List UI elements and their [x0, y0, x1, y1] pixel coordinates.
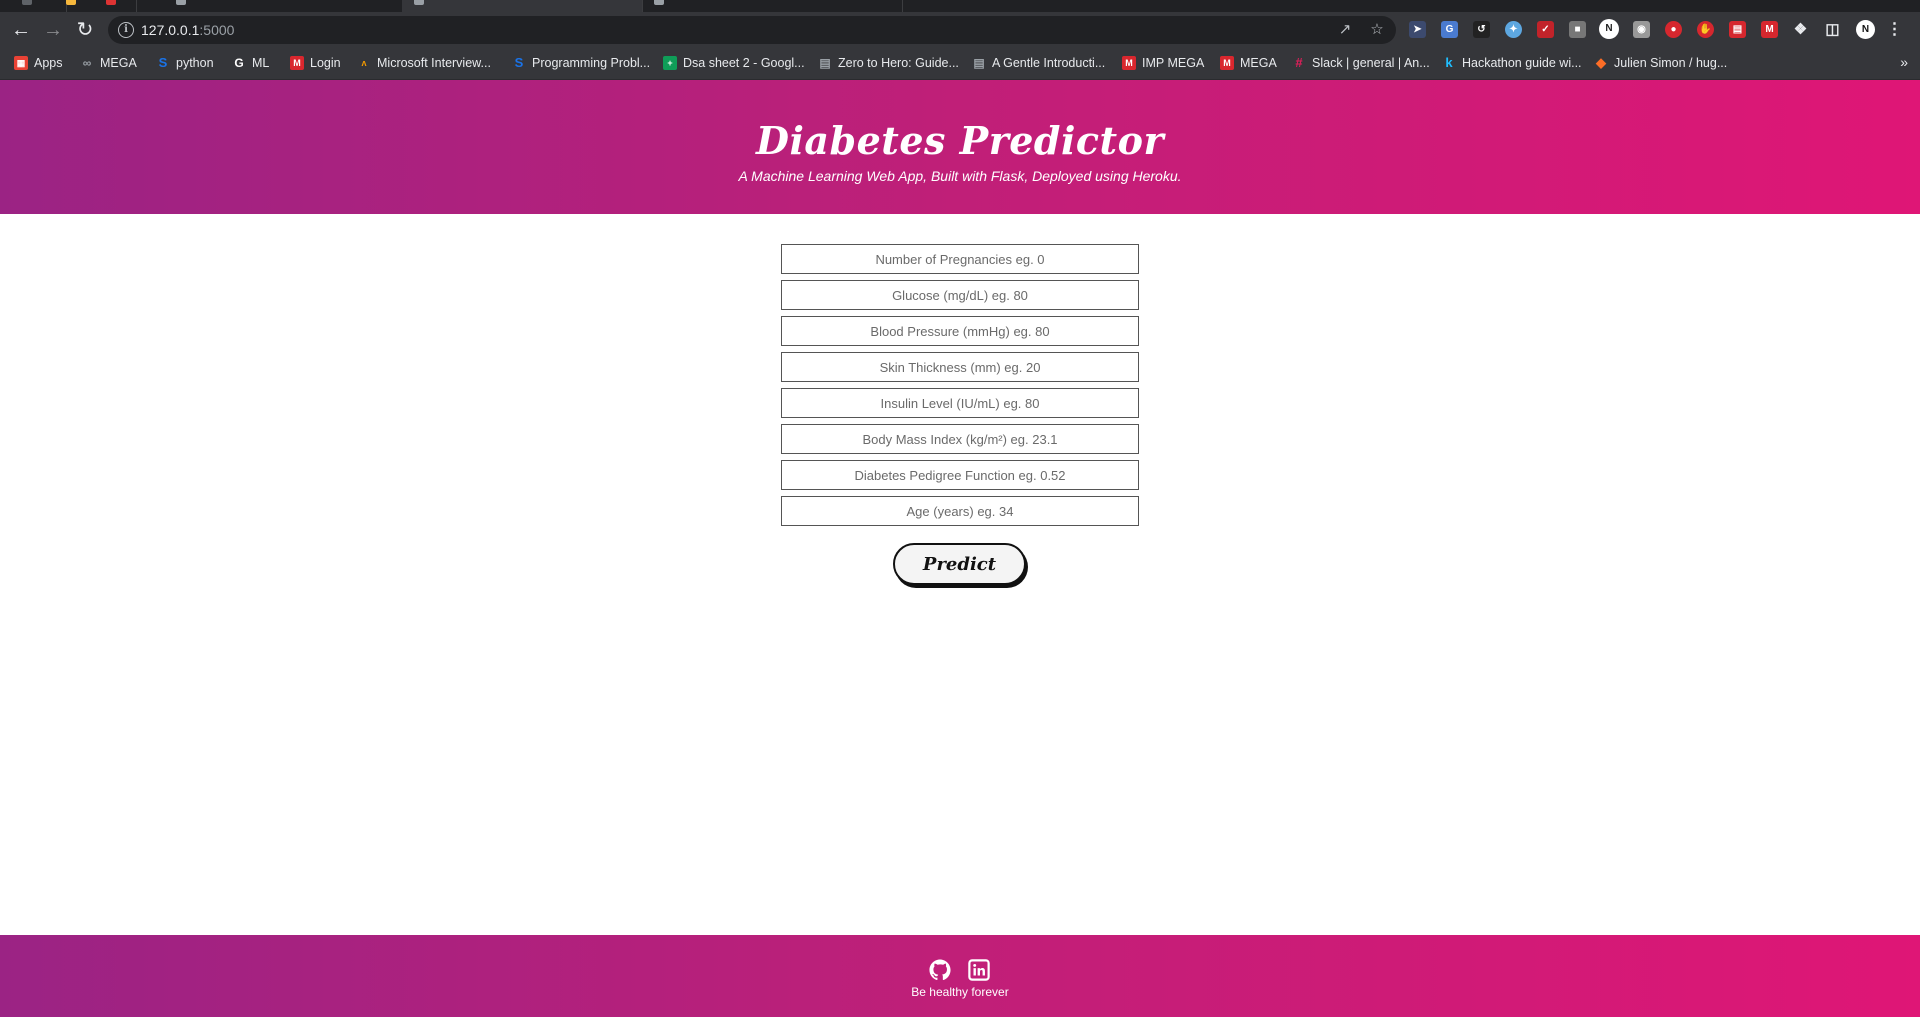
extension-record-icon[interactable]: ● [1665, 21, 1682, 38]
back-arrow-icon[interactable]: ← [8, 17, 34, 43]
bookmark-label: MEGA [100, 56, 137, 70]
puzzle-icon[interactable]: ❖ [1792, 21, 1809, 38]
bookmark-item[interactable]: ▦ Apps [14, 53, 63, 73]
bookmark-item[interactable]: ʌ Microsoft Interview... [357, 53, 491, 73]
page-footer: Be healthy forever [0, 935, 1920, 1017]
bookmark-item[interactable]: ▤ A Gentle Introducti... [972, 53, 1105, 73]
browser-tab[interactable] [66, 0, 137, 12]
browser-tab[interactable] [136, 0, 403, 12]
browser-tab[interactable] [0, 0, 67, 12]
menu-kebab-icon[interactable]: ⋮ [1886, 21, 1903, 38]
age-input[interactable] [781, 496, 1139, 526]
bookmark-item[interactable]: k Hackathon guide wi... [1442, 53, 1582, 73]
extension-notion-icon[interactable]: N [1599, 19, 1619, 39]
bookmark-label: Julien Simon / hug... [1614, 56, 1728, 70]
bookmark-item[interactable]: M IMP MEGA [1122, 53, 1204, 73]
extension-block-icon[interactable]: ✋ [1697, 21, 1714, 38]
predict-button[interactable]: Predict [893, 543, 1026, 585]
mega-m-icon: M [1220, 56, 1234, 70]
bookmark-item[interactable]: Spython [156, 53, 214, 73]
sheets-icon: + [663, 56, 677, 70]
bookmark-item[interactable]: M Login [290, 53, 341, 73]
extension-translate-icon[interactable]: G [1441, 21, 1458, 38]
bookmark-label: python [176, 56, 214, 70]
bookmark-label: A Gentle Introducti... [992, 56, 1106, 70]
extension-grey-icon[interactable]: ■ [1569, 21, 1586, 38]
bookmark-item[interactable]: + Dsa sheet 2 - Googl... [663, 53, 805, 73]
mega-m-icon: M [1122, 56, 1136, 70]
s-logo-icon: S [158, 55, 168, 70]
gitlab-icon: ◆ [1596, 55, 1606, 70]
page-title: Diabetes Predictor [756, 118, 1164, 163]
url-host: 127.0.0.1 [141, 22, 200, 38]
browser-tab-active[interactable] [402, 0, 643, 12]
bmi-input[interactable] [781, 424, 1139, 454]
extension-cursor-icon[interactable]: ➤ [1409, 21, 1426, 38]
bookmark-label: IMP MEGA [1142, 56, 1205, 70]
bookmark-star-icon[interactable]: ☆ [1368, 21, 1386, 39]
bookmark-label: Slack | general | An... [1312, 56, 1430, 70]
bookmark-label: MEGA [1240, 56, 1277, 70]
reload-icon[interactable]: ↻ [72, 17, 98, 43]
bookmark-label: ML [252, 56, 270, 70]
browser-toolbar: ← → ↻ i 127.0.0.1:5000 ↗ ☆ ➤ G ↺ ✦ ✓ ■ N… [0, 12, 1920, 48]
bookmark-item[interactable]: M MEGA [1220, 53, 1277, 73]
extension-camera-icon[interactable]: ◉ [1633, 21, 1650, 38]
page-icon: ▤ [973, 56, 985, 70]
bookmark-label: Apps [34, 56, 63, 70]
tab-strip [0, 0, 1920, 12]
bookmark-label: Hackathon guide wi... [1462, 56, 1582, 70]
page-header: Diabetes Predictor A Machine Learning We… [0, 80, 1920, 214]
mega-m-icon: M [290, 56, 304, 70]
bookmark-label: Programming Probl... [532, 56, 651, 70]
bookmarks-bar: ▦ Apps ∞ MEGA Spython G ML M Login ʌ Microsoft Int… [0, 48, 1920, 80]
insulin-input[interactable] [781, 388, 1139, 418]
profile-avatar-icon[interactable]: N [1856, 20, 1875, 39]
bookmark-item[interactable]: ▤ Zero to Hero: Guide... [818, 53, 959, 73]
github-icon[interactable] [929, 959, 951, 981]
pregnancies-input[interactable] [781, 244, 1139, 274]
pedigree-function-input[interactable] [781, 460, 1139, 490]
url-port: :5000 [199, 22, 235, 38]
browser-tab[interactable] [642, 0, 903, 12]
page-icon: ▤ [819, 56, 831, 70]
site-info-icon[interactable]: i [118, 22, 134, 38]
infinity-icon: ∞ [82, 56, 92, 70]
bookmark-label: Login [310, 56, 341, 70]
page-subtitle: A Machine Learning Web App, Built with F… [738, 168, 1182, 184]
extension-chat-icon[interactable]: ▤ [1729, 21, 1746, 38]
bookmark-item[interactable]: # Slack | general | An... [1292, 53, 1430, 73]
extension-mega-icon[interactable]: M [1761, 21, 1778, 38]
url-text[interactable]: 127.0.0.1:5000 [141, 22, 234, 38]
share-icon[interactable]: ↗ [1336, 21, 1354, 39]
address-bar[interactable]: i 127.0.0.1:5000 ↗ ☆ [108, 16, 1396, 44]
forward-arrow-icon[interactable]: → [40, 17, 66, 43]
bookmark-label: Zero to Hero: Guide... [838, 56, 959, 70]
slack-icon: # [1295, 55, 1303, 70]
apps-grid-icon: ▦ [14, 56, 28, 70]
bookmark-label: Microsoft Interview... [377, 56, 491, 70]
bookmark-item[interactable]: G ML [232, 53, 269, 73]
k-logo-icon: k [1445, 55, 1453, 70]
skin-thickness-input[interactable] [781, 352, 1139, 382]
extension-refresh-icon[interactable]: ↺ [1473, 21, 1490, 38]
bookmark-item[interactable]: ◆ Julien Simon / hug... [1594, 53, 1727, 73]
side-panel-icon[interactable]: ◫ [1824, 21, 1841, 38]
bookmark-label: Dsa sheet 2 - Googl... [683, 56, 805, 70]
s-logo-icon: S [514, 55, 524, 70]
footer-tagline: Be healthy forever [911, 985, 1009, 999]
extension-compass-icon[interactable]: ✦ [1505, 21, 1522, 38]
google-g-icon: G [234, 56, 244, 70]
linkedin-icon[interactable] [968, 959, 990, 981]
bookmarks-overflow-icon[interactable]: » [1900, 54, 1908, 70]
leaf-icon: ʌ [361, 58, 367, 68]
prediction-form [781, 244, 1139, 532]
extension-red-icon[interactable]: ✓ [1537, 21, 1554, 38]
glucose-input[interactable] [781, 280, 1139, 310]
bookmark-item[interactable]: ∞ MEGA [80, 53, 137, 73]
bookmark-item[interactable]: S Programming Probl... [512, 53, 650, 73]
blood-pressure-input[interactable] [781, 316, 1139, 346]
